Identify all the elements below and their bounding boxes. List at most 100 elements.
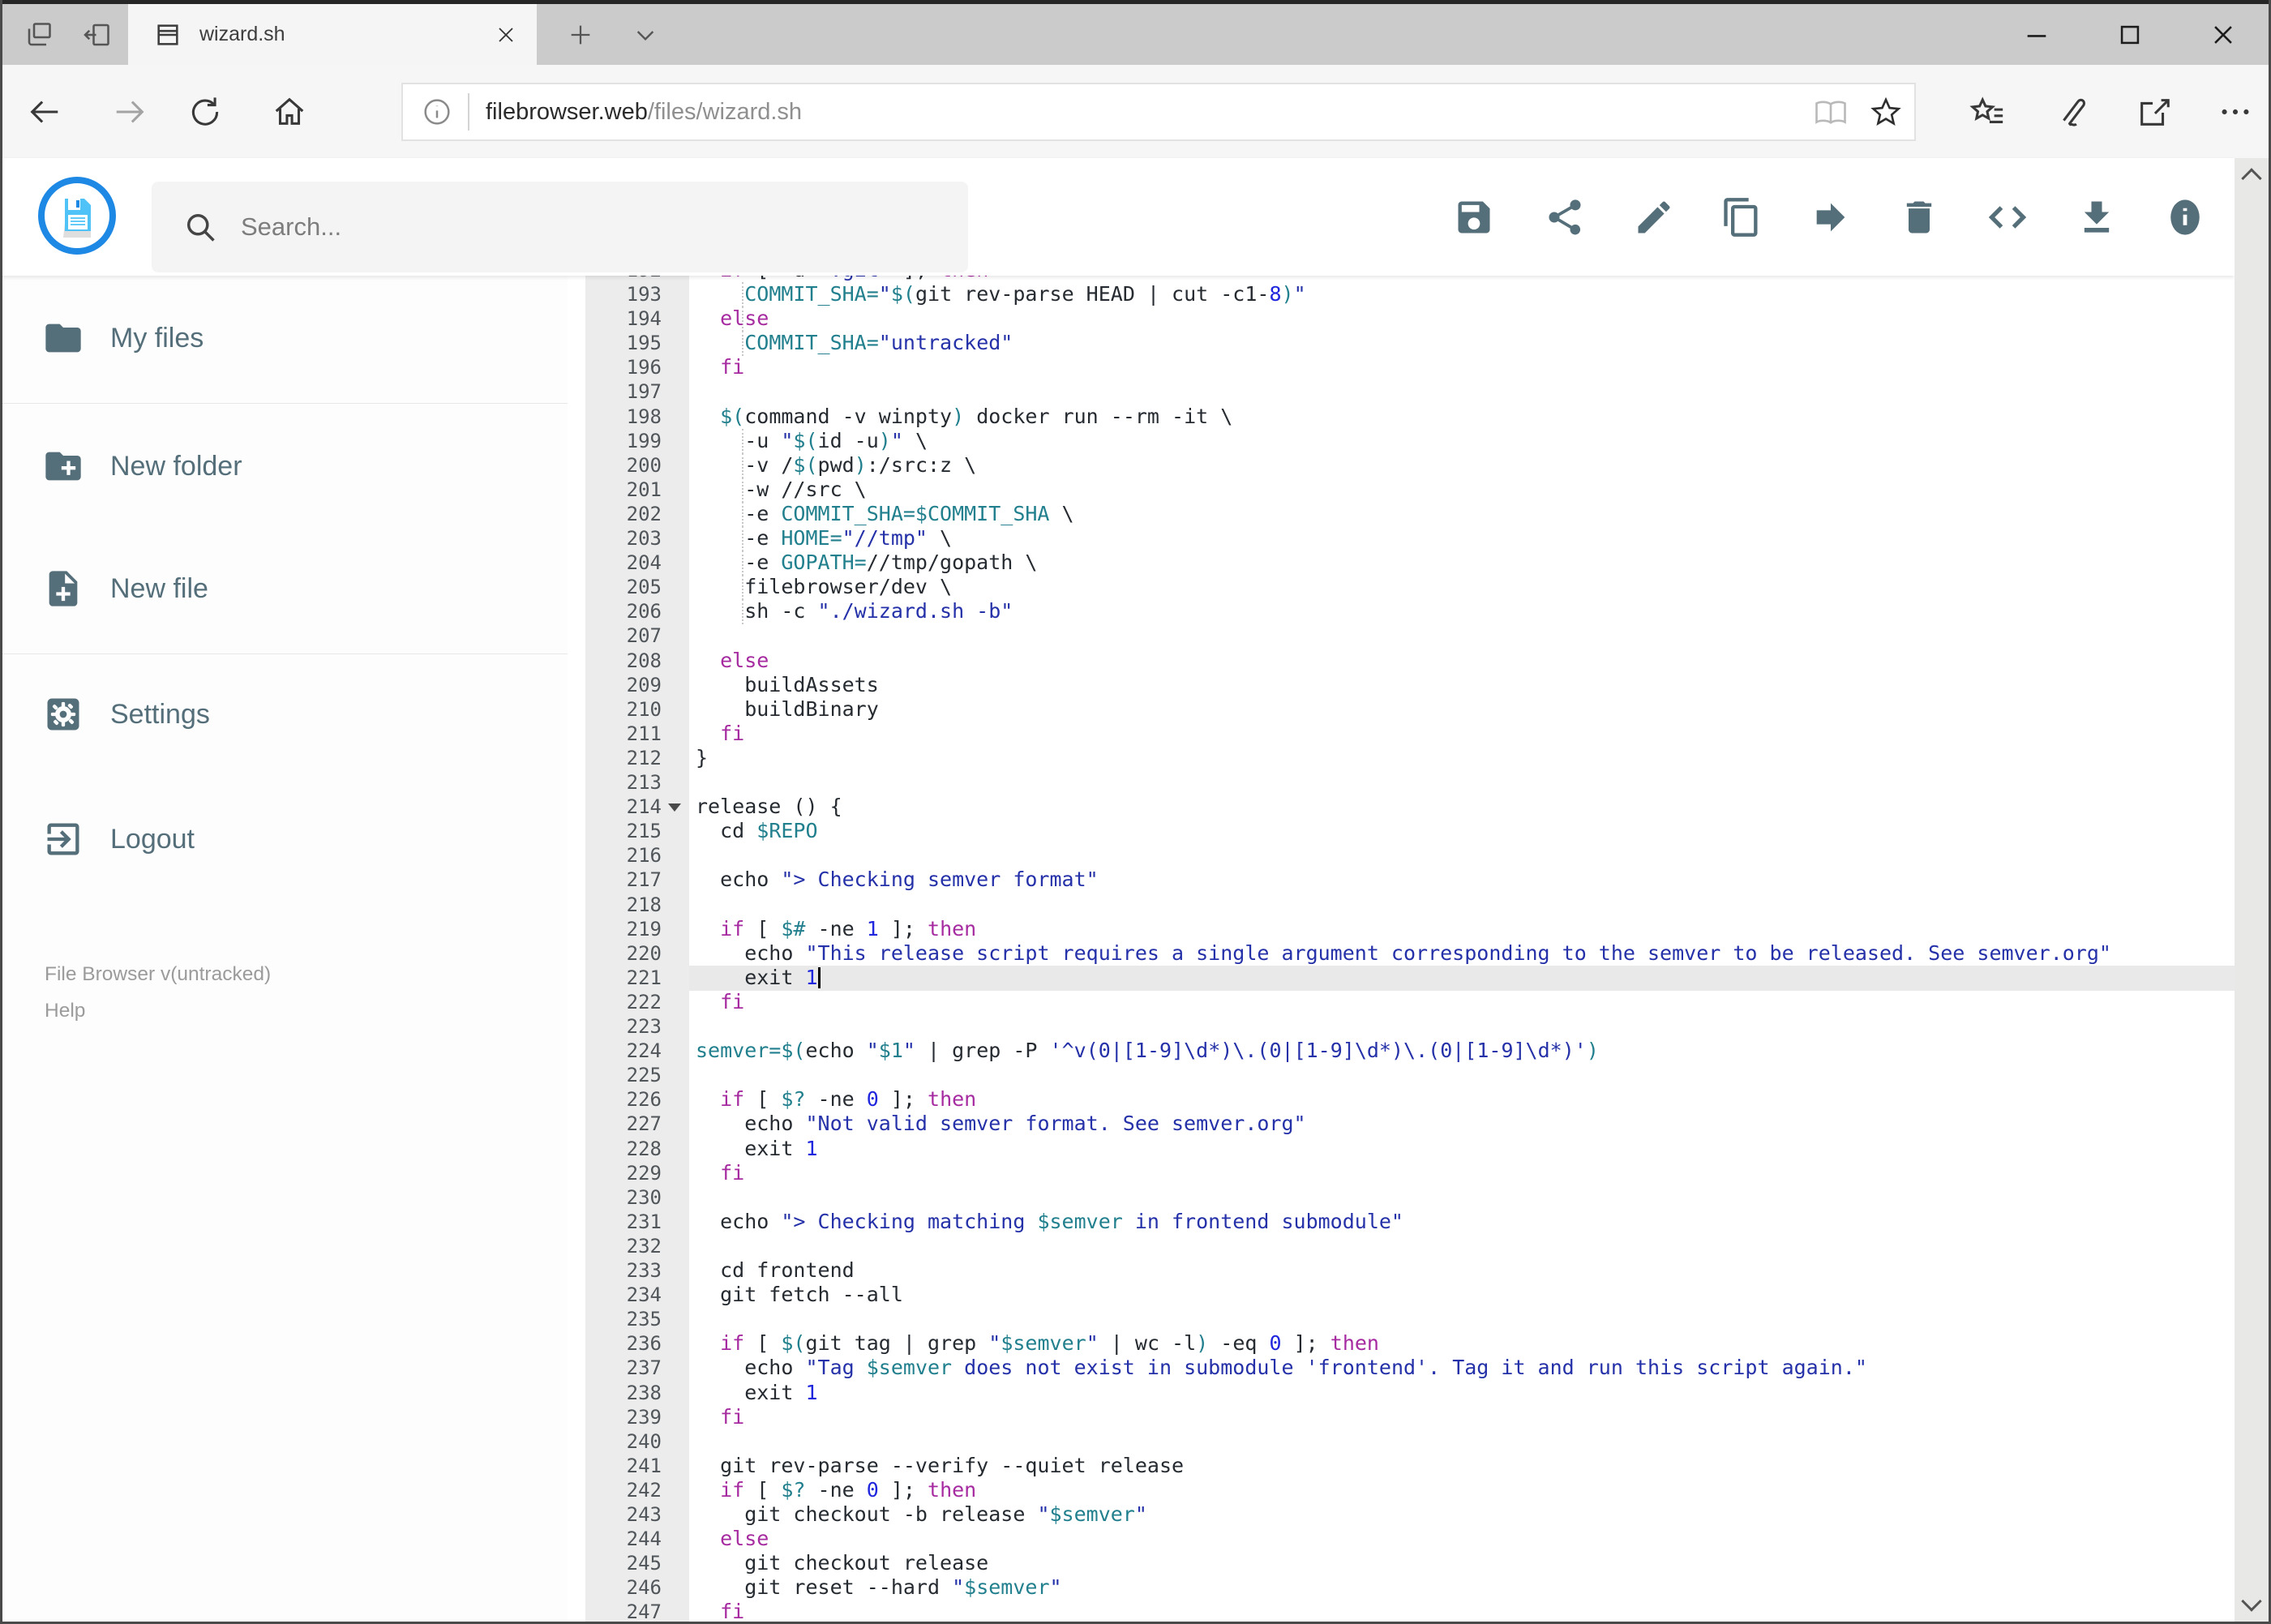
code-line[interactable]: 231 echo "> Checking matching $semver in… bbox=[585, 1210, 2235, 1235]
more-options-icon[interactable] bbox=[2217, 93, 2254, 131]
site-info-icon[interactable] bbox=[421, 96, 453, 128]
refresh-icon[interactable] bbox=[186, 93, 224, 131]
code-line[interactable]: 211 fi bbox=[585, 722, 2235, 747]
code-line[interactable]: 210 buildBinary bbox=[585, 697, 2235, 722]
move-button[interactable] bbox=[1810, 196, 1852, 238]
code-line[interactable]: 206 sh -c "./wizard.sh -b" bbox=[585, 599, 2235, 625]
download-button[interactable] bbox=[2076, 196, 2118, 238]
copy-button[interactable] bbox=[1720, 196, 1763, 238]
code-line[interactable]: 193 COMMIT_SHA="$(git rev-parse HEAD | c… bbox=[585, 282, 2235, 307]
search-input[interactable] bbox=[239, 212, 891, 242]
help-link[interactable]: Help bbox=[45, 1000, 85, 1022]
delete-button[interactable] bbox=[1898, 196, 1940, 238]
code-line[interactable]: 229 fi bbox=[585, 1161, 2235, 1186]
back-icon[interactable] bbox=[26, 93, 63, 131]
close-button[interactable] bbox=[2187, 4, 2260, 65]
forward-icon[interactable] bbox=[111, 93, 148, 131]
code-line[interactable]: 203 -e HOME="//tmp" \ bbox=[585, 526, 2235, 551]
code-line[interactable]: 230 bbox=[585, 1185, 2235, 1211]
code-line[interactable]: 201 -w //src \ bbox=[585, 477, 2235, 503]
code-line[interactable]: 236 if [ $(git tag | grep "$semver" | wc… bbox=[585, 1331, 2235, 1356]
annotate-pen-icon[interactable] bbox=[2053, 93, 2090, 131]
sidebar-item-logout[interactable]: Logout bbox=[0, 794, 568, 885]
home-icon[interactable] bbox=[271, 93, 308, 131]
sidebar-item-my-files[interactable]: My files bbox=[0, 293, 568, 384]
sidebar-item-new-file[interactable]: New file bbox=[0, 543, 568, 634]
code-line[interactable]: 241 git rev-parse --verify --quiet relea… bbox=[585, 1454, 2235, 1479]
scroll-up-icon[interactable] bbox=[2241, 168, 2262, 189]
code-line[interactable]: 218 bbox=[585, 893, 2235, 918]
code-line[interactable]: 215 cd $REPO bbox=[585, 819, 2235, 844]
code-line[interactable]: 243 git checkout -b release "$semver" bbox=[585, 1502, 2235, 1528]
code-line[interactable]: 226 if [ $? -ne 0 ]; then bbox=[585, 1087, 2235, 1112]
code-view-button[interactable] bbox=[1986, 196, 2029, 238]
code-line[interactable]: 233 cd frontend bbox=[585, 1258, 2235, 1283]
code-line[interactable]: 221 exit 1 bbox=[585, 965, 2235, 991]
address-bar[interactable]: filebrowser.web/files/wizard.sh bbox=[401, 83, 1916, 141]
url-text[interactable]: filebrowser.web/files/wizard.sh bbox=[486, 99, 802, 126]
code-line[interactable]: 235 bbox=[585, 1307, 2235, 1332]
code-line[interactable]: 194 else bbox=[585, 306, 2235, 332]
save-button[interactable] bbox=[1453, 196, 1495, 238]
code-line[interactable]: 197 bbox=[585, 379, 2235, 405]
code-line[interactable]: 212} bbox=[585, 746, 2235, 771]
minimize-button[interactable] bbox=[2000, 4, 2073, 65]
code-line[interactable]: 195 COMMIT_SHA="untracked" bbox=[585, 331, 2235, 357]
code-line[interactable]: 207 bbox=[585, 623, 2235, 649]
code-line[interactable]: 225 bbox=[585, 1063, 2235, 1088]
code-line[interactable]: 199 -u "$(id -u)" \ bbox=[585, 428, 2235, 454]
code-line[interactable]: 234 git fetch --all bbox=[585, 1283, 2235, 1308]
code-line[interactable]: 217 echo "> Checking semver format" bbox=[585, 868, 2235, 893]
tab-close-icon[interactable] bbox=[490, 19, 522, 51]
code-line[interactable]: 240 bbox=[585, 1429, 2235, 1455]
code-line[interactable]: 239 fi bbox=[585, 1405, 2235, 1430]
sidebar-item-new-folder[interactable]: New folder bbox=[0, 421, 568, 512]
scroll-down-icon[interactable] bbox=[2241, 1591, 2262, 1612]
code-line[interactable]: 213 bbox=[585, 770, 2235, 795]
tab-list-chevron-icon[interactable] bbox=[623, 4, 668, 65]
code-line[interactable]: 208 else bbox=[585, 649, 2235, 674]
code-line[interactable]: 198 $(command -v winpty) docker run --rm… bbox=[585, 405, 2235, 430]
code-line[interactable]: 200 -v /$(pwd):/src:z \ bbox=[585, 452, 2235, 478]
code-line[interactable]: 246 git reset --hard "$semver" bbox=[585, 1575, 2235, 1600]
share-icon[interactable] bbox=[2136, 93, 2173, 131]
code-line[interactable]: 223 bbox=[585, 1014, 2235, 1039]
reading-view-icon[interactable] bbox=[1814, 95, 1848, 129]
new-tab-button[interactable] bbox=[558, 4, 603, 65]
code-line[interactable]: 228 exit 1 bbox=[585, 1137, 2235, 1162]
search-box[interactable] bbox=[152, 182, 968, 272]
code-line[interactable]: 245 git checkout release bbox=[585, 1551, 2235, 1576]
sidebar-item-settings[interactable]: Settings bbox=[0, 669, 568, 760]
code-line[interactable]: 220 echo "This release script requires a… bbox=[585, 941, 2235, 966]
maximize-button[interactable] bbox=[2093, 4, 2166, 65]
code-line[interactable]: 196 fi bbox=[585, 355, 2235, 380]
share-file-button[interactable] bbox=[1544, 196, 1586, 238]
code-line[interactable]: 238 exit 1 bbox=[585, 1381, 2235, 1406]
code-line[interactable]: 216 bbox=[585, 843, 2235, 868]
favorite-star-icon[interactable] bbox=[1869, 95, 1903, 129]
code-line[interactable]: 209 buildAssets bbox=[585, 673, 2235, 698]
code-editor[interactable]: 192 if [ -d ".git" ]; then193 COMMIT_SHA… bbox=[585, 276, 2235, 1624]
edit-button[interactable] bbox=[1633, 196, 1675, 238]
code-line[interactable]: 219 if [ $# -ne 1 ]; then bbox=[585, 917, 2235, 942]
code-line[interactable]: 205 filebrowser/dev \ bbox=[585, 575, 2235, 601]
hub-favorites-icon[interactable] bbox=[1969, 93, 2006, 131]
code-line[interactable]: 232 bbox=[585, 1234, 2235, 1259]
code-line[interactable]: 242 if [ $? -ne 0 ]; then bbox=[585, 1478, 2235, 1503]
tab-preview-icon[interactable] bbox=[16, 4, 62, 65]
code-line[interactable]: 202 -e COMMIT_SHA=$COMMIT_SHA \ bbox=[585, 501, 2235, 527]
fold-arrow-icon[interactable] bbox=[668, 803, 681, 812]
code-line[interactable]: 224 semver=$(echo "$1" | grep -P '^v(0|[1… bbox=[585, 1039, 2235, 1064]
code-line[interactable]: 227 echo "Not valid semver format. See s… bbox=[585, 1112, 2235, 1137]
code-line[interactable]: 214 release () { bbox=[585, 795, 2235, 820]
page-scrollbar[interactable] bbox=[2235, 158, 2269, 1622]
code-line[interactable]: 204 -e GOPATH=//tmp/gopath \ bbox=[585, 551, 2235, 576]
info-button[interactable] bbox=[2164, 196, 2206, 238]
code-line[interactable]: 247 fi bbox=[585, 1600, 2235, 1624]
filebrowser-logo[interactable] bbox=[37, 176, 117, 255]
browser-tab[interactable]: wizard.sh bbox=[128, 4, 537, 65]
code-line[interactable]: 237 echo "Tag $semver does not exist in … bbox=[585, 1356, 2235, 1381]
set-tabs-aside-icon[interactable] bbox=[75, 4, 120, 65]
code-line[interactable]: 222 fi bbox=[585, 990, 2235, 1015]
code-line[interactable]: 244 else bbox=[585, 1527, 2235, 1552]
